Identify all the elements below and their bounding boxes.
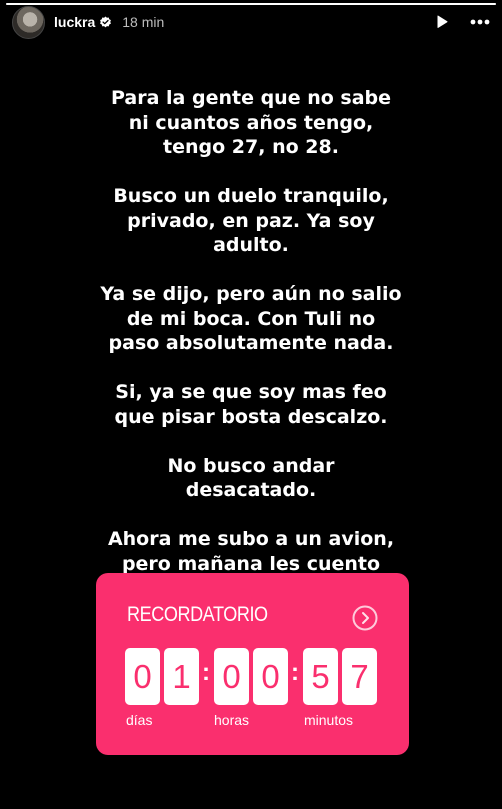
countdown-sticker[interactable]: RECORDATORIO 0 1 : 0 0 : 5 7 días horas … [96,573,409,755]
avatar[interactable] [12,5,45,39]
story-header: luckra 18 min [12,5,490,39]
story-paragraph: No busco andar desacatado. [167,454,335,502]
countdown-digit-minutes-ones: 7 [342,648,377,705]
play-icon[interactable] [434,14,450,30]
story-paragraph: Ya se dijo, pero aún no salio de mi boca… [100,283,402,354]
verified-badge-icon [99,16,112,29]
countdown-digit-days-tens: 0 [125,648,160,705]
countdown-unit-hours: horas [214,712,250,728]
countdown-title: RECORDATORIO [127,603,268,626]
header-actions [434,14,490,30]
countdown-separator: : [291,659,299,686]
story-progress-bar [6,3,496,5]
story-paragraph: Busco un duelo tranquilo, privado, en pa… [113,185,389,256]
countdown-digit-hours-ones: 0 [253,648,288,705]
story-progress-fill [6,3,496,5]
countdown-unit-minutes: minutos [304,712,354,728]
chevron-right-circle-icon[interactable] [352,605,378,631]
countdown-digit-hours-tens: 0 [214,648,249,705]
story-viewer: luckra 18 min Para la gente que no sabe … [0,0,502,809]
story-paragraph: Si, ya se que soy mas feo que pisar bost… [114,381,388,428]
countdown-digit-minutes-tens: 5 [303,648,338,705]
more-icon[interactable] [470,19,490,25]
story-text: Para la gente que no sabe ni cuantos año… [60,86,442,625]
countdown-digit-days-ones: 1 [164,648,199,705]
countdown-separator: : [202,659,210,686]
story-paragraph: Para la gente que no sabe ni cuantos año… [110,87,392,158]
countdown-unit-days: días [126,712,153,728]
timestamp: 18 min [122,14,165,30]
username[interactable]: luckra [54,14,95,30]
